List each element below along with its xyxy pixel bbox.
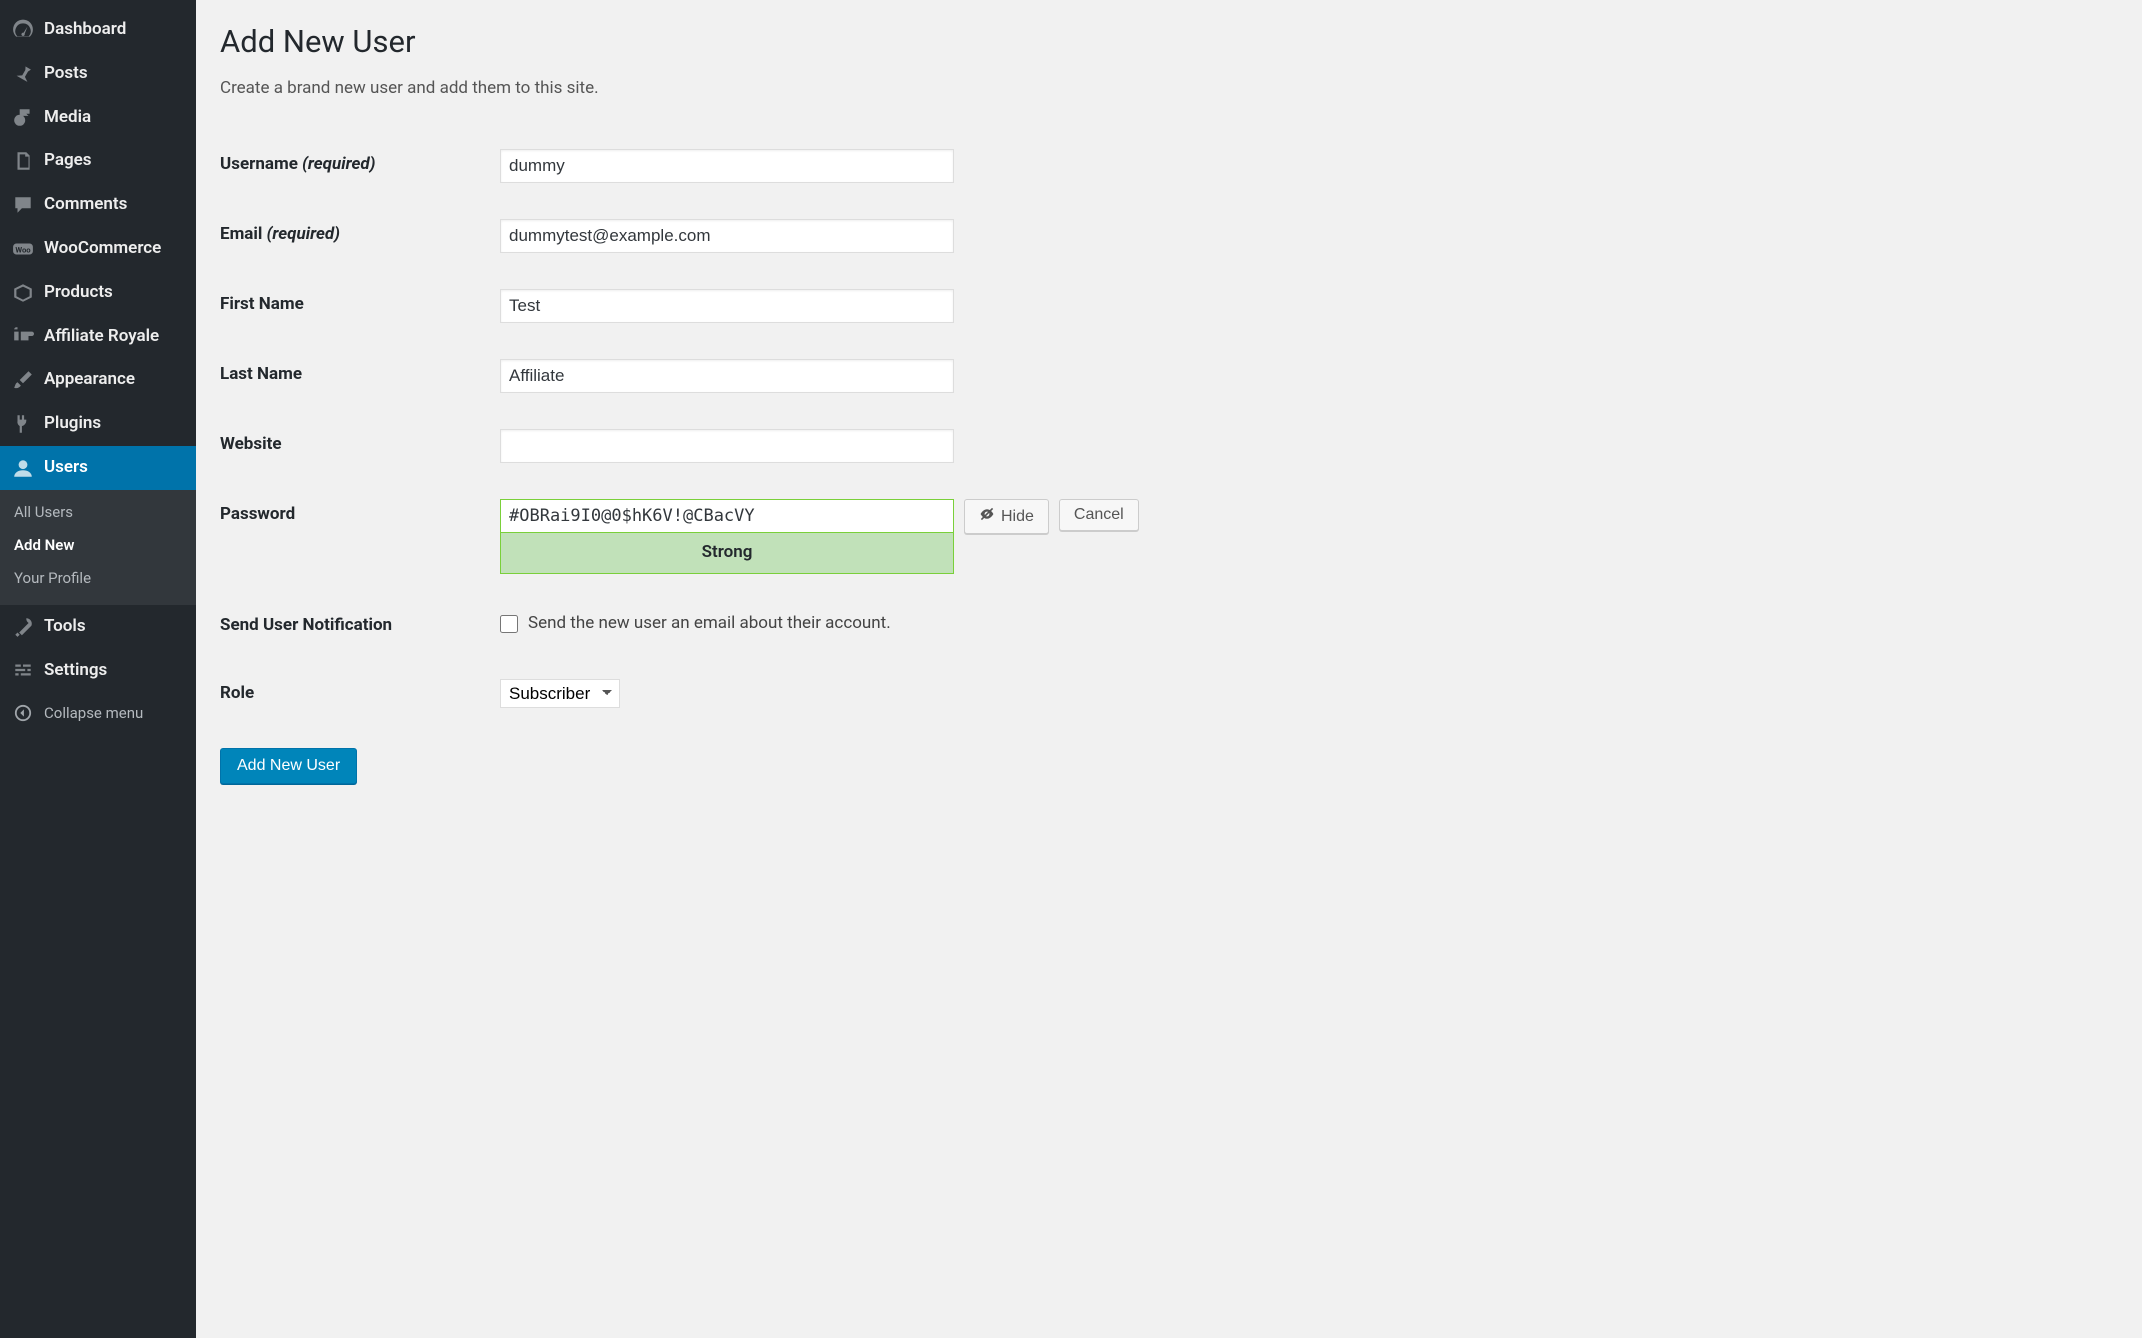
last-name-label: Last Name	[220, 341, 500, 411]
submenu-item-add-new[interactable]: Add New	[0, 529, 196, 562]
add-user-form: Username (required) Email (required) Fir…	[220, 131, 1412, 727]
sidebar-item-label: Posts	[44, 62, 88, 86]
sidebar-item-dashboard[interactable]: Dashboard	[0, 8, 196, 52]
sidebar-item-label: Settings	[44, 659, 107, 683]
first-name-input[interactable]	[500, 289, 954, 323]
sidebar-item-settings[interactable]: Settings	[0, 649, 196, 693]
wrench-icon	[12, 616, 34, 638]
website-input[interactable]	[500, 429, 954, 463]
sidebar-item-affiliate-royale[interactable]: Affiliate Royale	[0, 315, 196, 359]
users-submenu: All Users Add New Your Profile	[0, 490, 196, 605]
sidebar-item-pages[interactable]: Pages	[0, 139, 196, 183]
sliders-icon	[12, 659, 34, 681]
sidebar-item-appearance[interactable]: Appearance	[0, 358, 196, 402]
sidebar-item-tools[interactable]: Tools	[0, 605, 196, 649]
submenu-item-your-profile[interactable]: Your Profile	[0, 562, 196, 595]
sidebar-item-woocommerce[interactable]: Woo WooCommerce	[0, 227, 196, 271]
sidebar-item-media[interactable]: Media	[0, 96, 196, 140]
sidebar-item-comments[interactable]: Comments	[0, 183, 196, 227]
main-content: Add New User Create a brand new user and…	[196, 0, 1436, 1338]
sidebar-item-label: Plugins	[44, 412, 101, 436]
add-new-user-button[interactable]: Add New User	[220, 748, 357, 784]
last-name-input[interactable]	[500, 359, 954, 393]
pin-icon	[12, 63, 34, 85]
send-notification-label: Send User Notification	[220, 592, 500, 660]
send-notification-checkbox[interactable]	[500, 615, 518, 633]
sidebar-item-label: Affiliate Royale	[44, 325, 159, 349]
sidebar-item-plugins[interactable]: Plugins	[0, 402, 196, 446]
hide-password-button[interactable]: Hide	[964, 499, 1049, 534]
send-notification-row[interactable]: Send the new user an email about their a…	[500, 612, 891, 636]
email-label: Email (required)	[220, 201, 500, 271]
media-icon	[12, 106, 34, 128]
username-input[interactable]	[500, 149, 954, 183]
svg-text:Woo: Woo	[15, 245, 31, 254]
sidebar-item-users[interactable]: Users	[0, 446, 196, 490]
gauge-icon	[12, 19, 34, 41]
sidebar-item-label: Products	[44, 281, 113, 305]
brush-icon	[12, 369, 34, 391]
page-title: Add New User	[220, 20, 1412, 63]
website-label: Website	[220, 411, 500, 481]
role-label: Role	[220, 660, 500, 728]
sidebar-item-posts[interactable]: Posts	[0, 52, 196, 96]
sidebar-item-label: Comments	[44, 193, 127, 217]
username-label: Username (required)	[220, 131, 500, 201]
page-icon	[12, 150, 34, 172]
woo-icon: Woo	[12, 238, 34, 260]
sidebar-item-label: Users	[44, 456, 88, 480]
box-icon	[12, 282, 34, 304]
user-icon	[12, 457, 34, 479]
sidebar-item-label: Appearance	[44, 368, 135, 392]
sidebar-item-label: Tools	[44, 615, 86, 639]
eye-slash-icon	[979, 506, 995, 527]
collapse-label: Collapse menu	[44, 703, 143, 724]
send-notification-text: Send the new user an email about their a…	[528, 612, 891, 636]
sidebar-item-label: Dashboard	[44, 18, 126, 42]
submenu-item-all-users[interactable]: All Users	[0, 496, 196, 529]
page-description: Create a brand new user and add them to …	[220, 77, 1412, 101]
email-input[interactable]	[500, 219, 954, 253]
collapse-menu[interactable]: Collapse menu	[0, 692, 196, 734]
affiliate-icon	[12, 325, 34, 347]
first-name-label: First Name	[220, 271, 500, 341]
plug-icon	[12, 413, 34, 435]
sidebar-item-label: Media	[44, 106, 91, 130]
role-select[interactable]: Subscriber	[500, 679, 620, 708]
sidebar-item-label: Pages	[44, 149, 92, 173]
sidebar-item-label: WooCommerce	[44, 237, 161, 261]
password-strength-indicator: Strong	[500, 533, 954, 574]
password-input[interactable]	[500, 499, 954, 533]
sidebar-item-products[interactable]: Products	[0, 271, 196, 315]
cancel-password-button[interactable]: Cancel	[1059, 499, 1139, 531]
admin-sidebar: Dashboard Posts Media Pages Comments Woo…	[0, 0, 196, 1338]
collapse-icon	[12, 702, 34, 724]
comment-icon	[12, 194, 34, 216]
password-label: Password	[220, 481, 500, 592]
